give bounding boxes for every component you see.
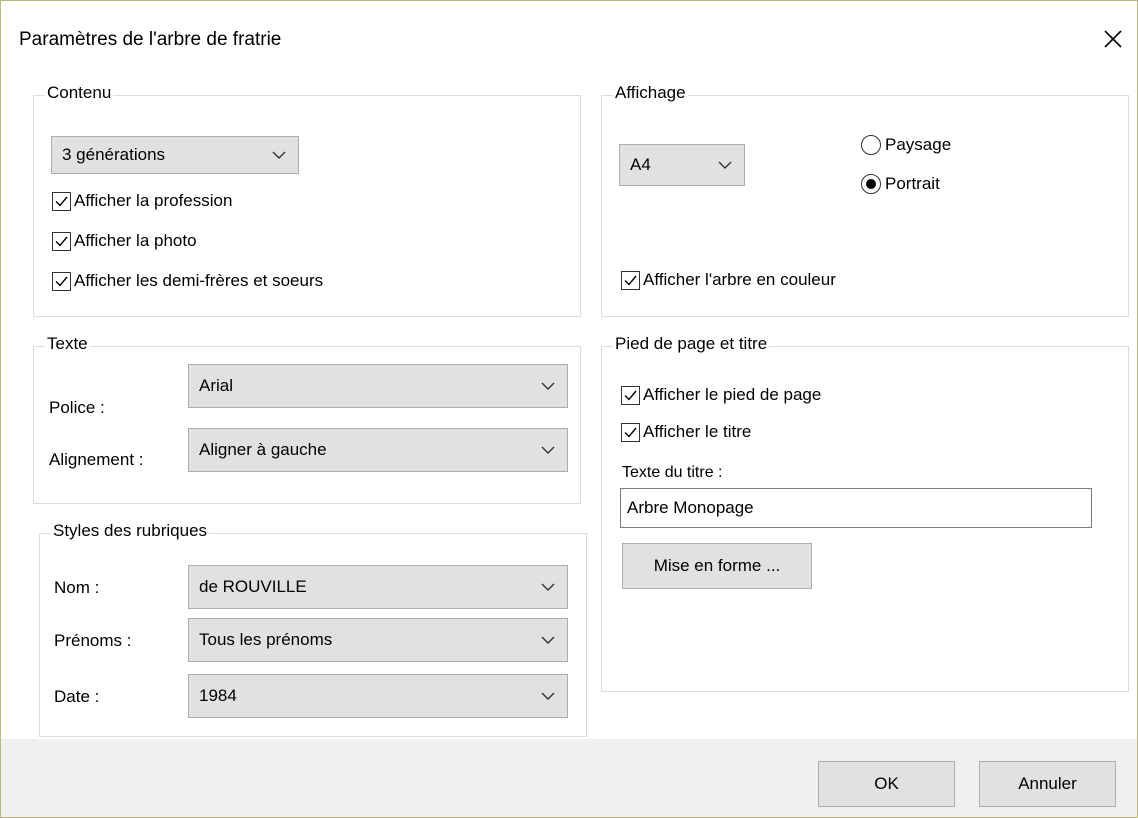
chevron-down-icon [541, 382, 555, 390]
chevron-down-icon [541, 636, 555, 644]
prenoms-value: Tous les prénoms [199, 630, 333, 649]
check-pied-de-page[interactable]: Afficher le pied de page [621, 385, 821, 405]
alignement-value: Aligner à gauche [199, 440, 327, 459]
checkmark-icon [55, 196, 68, 207]
nom-select[interactable]: de ROUVILLE [188, 565, 568, 609]
texte-titre-label: Texte du titre : [622, 464, 723, 481]
check-couleur-label: Afficher l'arbre en couleur [643, 270, 836, 289]
checkmark-icon [624, 390, 637, 401]
radio-paysage[interactable]: Paysage [861, 135, 951, 155]
cancel-label: Annuler [1018, 774, 1077, 793]
texte-titre-input[interactable]: Arbre Monopage [620, 488, 1092, 528]
chevron-down-icon [718, 161, 732, 169]
group-affichage-label: Affichage [613, 83, 688, 103]
paper-format-select[interactable]: A4 [619, 144, 745, 186]
date-value: 1984 [199, 686, 237, 705]
mise-en-forme-label: Mise en forme ... [653, 556, 781, 575]
ok-label: OK [874, 774, 899, 793]
checkbox[interactable] [52, 271, 71, 291]
radio-portrait[interactable]: Portrait [861, 174, 940, 194]
check-photo[interactable]: Afficher la photo [52, 231, 197, 251]
texte-titre-value: Arbre Monopage [627, 498, 754, 517]
radio-paysage-label: Paysage [885, 135, 952, 154]
checkmark-icon [624, 275, 637, 286]
chevron-down-icon [541, 446, 555, 454]
prenoms-label: Prénoms : [54, 631, 132, 650]
title-bar: Paramètres de l'arbre de fratrie [1, 1, 1137, 81]
radio-portrait-label: Portrait [885, 174, 940, 193]
radio-button[interactable] [861, 135, 881, 155]
date-label: Date : [54, 687, 100, 706]
checkbox[interactable] [52, 191, 71, 211]
police-select[interactable]: Arial [188, 364, 568, 408]
checkmark-icon [55, 236, 68, 247]
checkmark-icon [55, 276, 68, 287]
check-demi-freres[interactable]: Afficher les demi-frères et soeurs [52, 271, 323, 291]
checkbox[interactable] [621, 422, 640, 442]
check-profession[interactable]: Afficher la profession [52, 191, 232, 211]
check-couleur[interactable]: Afficher l'arbre en couleur [621, 270, 836, 290]
check-pied-de-page-label: Afficher le pied de page [643, 385, 822, 404]
ok-button[interactable]: OK [818, 761, 955, 807]
checkmark-icon [624, 427, 637, 438]
checkbox[interactable] [52, 231, 71, 251]
prenoms-select[interactable]: Tous les prénoms [188, 618, 568, 662]
check-photo-label: Afficher la photo [74, 231, 197, 250]
group-contenu-label: Contenu [45, 83, 114, 103]
alignement-label: Alignement : [49, 450, 144, 469]
group-texte-label: Texte [45, 334, 90, 354]
check-demi-freres-label: Afficher les demi-frères et soeurs [74, 271, 324, 290]
check-titre[interactable]: Afficher le titre [621, 422, 751, 442]
nom-label: Nom : [54, 578, 100, 597]
check-titre-label: Afficher le titre [643, 422, 752, 441]
mise-en-forme-button[interactable]: Mise en forme ... [622, 543, 812, 589]
radio-dot-icon [866, 179, 876, 189]
cancel-button[interactable]: Annuler [979, 761, 1116, 807]
nom-value: de ROUVILLE [199, 577, 307, 596]
chevron-down-icon [541, 583, 555, 591]
dialog-body: Contenu 3 générations Afficher la profes… [1, 81, 1137, 739]
dialog-title: Paramètres de l'arbre de fratrie [19, 29, 282, 50]
date-select[interactable]: 1984 [188, 674, 568, 718]
paper-format-value: A4 [630, 155, 651, 174]
chevron-down-icon [541, 692, 555, 700]
generations-value: 3 générations [62, 145, 166, 164]
radio-button[interactable] [861, 174, 881, 194]
group-pied-de-page-label: Pied de page et titre [613, 334, 770, 354]
police-value: Arial [199, 376, 234, 395]
checkbox[interactable] [621, 270, 640, 290]
check-profession-label: Afficher la profession [74, 191, 233, 210]
alignement-select[interactable]: Aligner à gauche [188, 428, 568, 472]
close-icon [1104, 30, 1122, 48]
dialog-footer: OK Annuler [1, 739, 1137, 817]
dialog-window: Paramètres de l'arbre de fratrie Contenu… [0, 0, 1138, 818]
close-button[interactable] [1093, 19, 1133, 59]
generations-select[interactable]: 3 générations [51, 136, 299, 174]
chevron-down-icon [272, 151, 286, 159]
police-label: Police : [49, 398, 105, 417]
checkbox[interactable] [621, 385, 640, 405]
group-styles-rubriques-label: Styles des rubriques [51, 521, 210, 541]
